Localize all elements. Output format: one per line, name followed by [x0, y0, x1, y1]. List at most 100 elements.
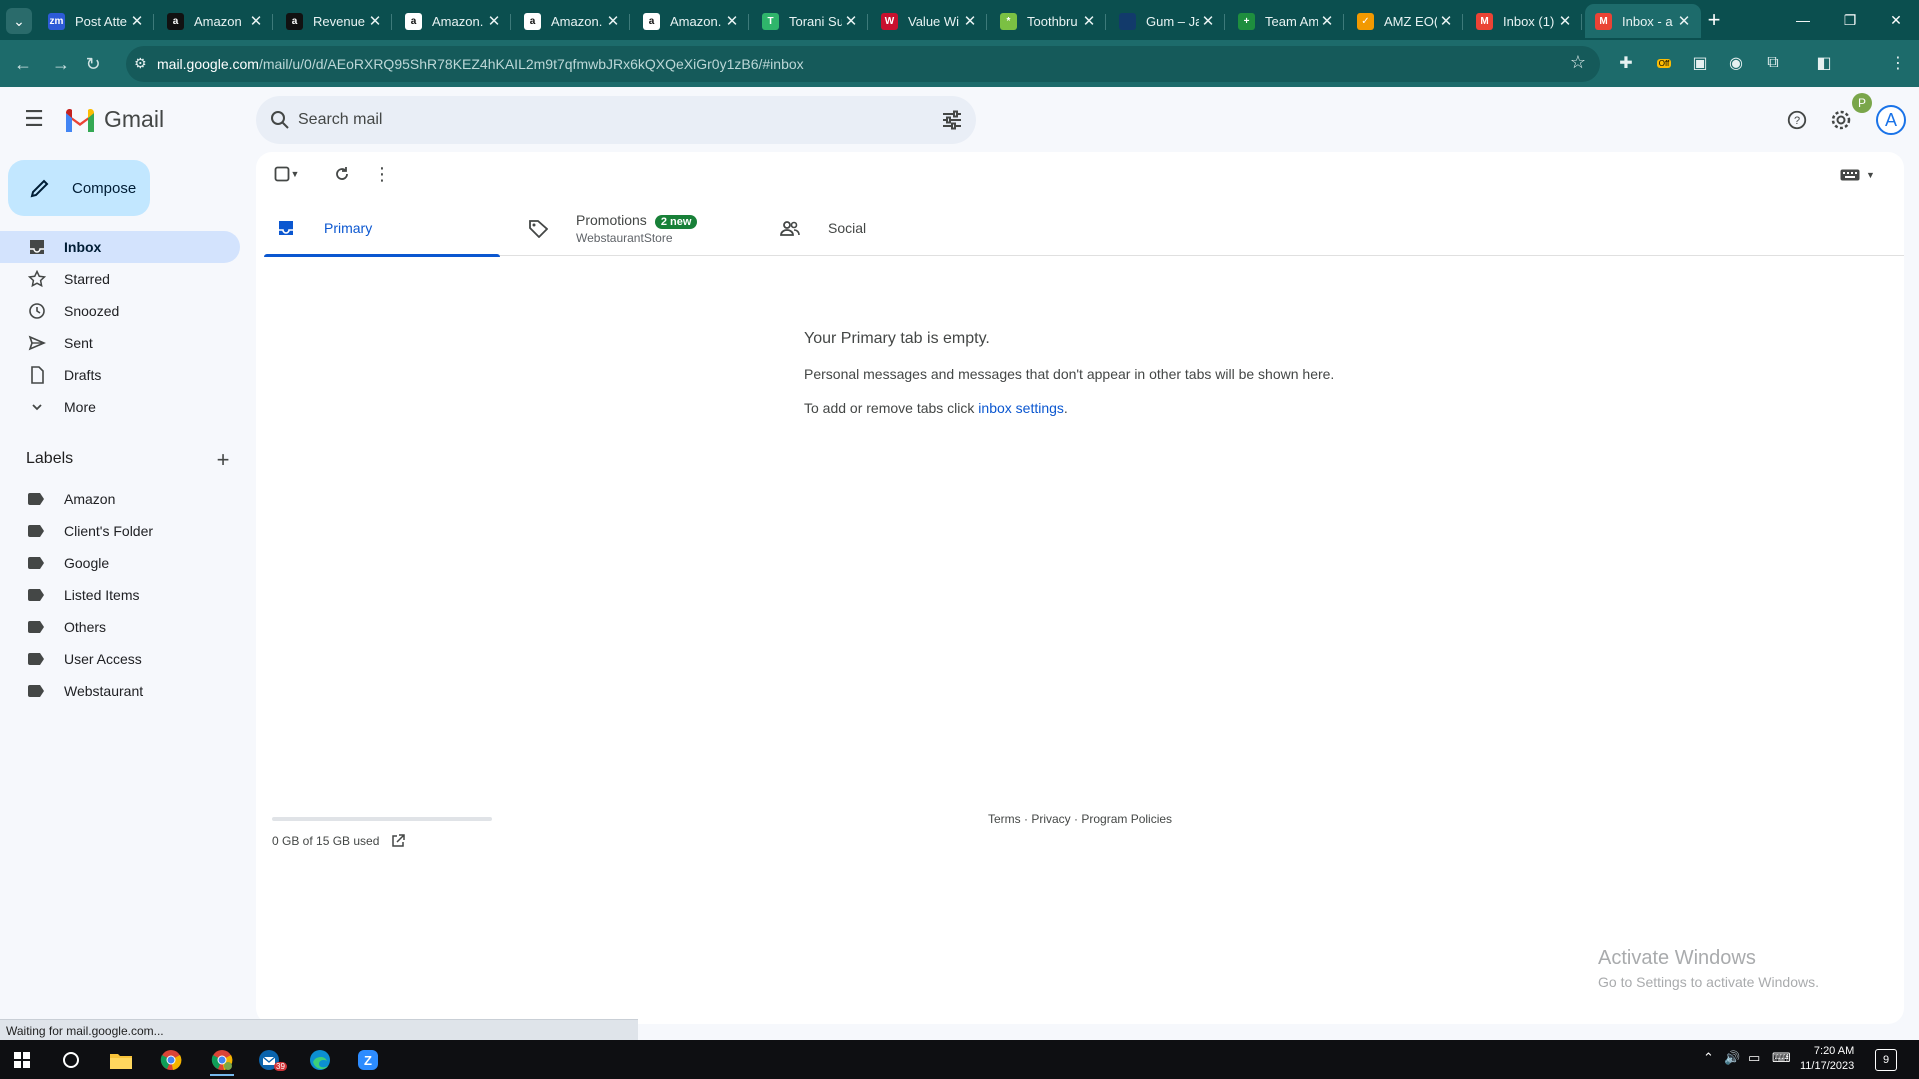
more-options-icon[interactable]: ⋮: [370, 162, 394, 186]
close-tab-icon[interactable]: ✕: [1675, 12, 1693, 30]
close-tab-icon[interactable]: ✕: [128, 12, 146, 30]
terms-link[interactable]: Terms: [988, 812, 1021, 826]
search-icon[interactable]: [268, 108, 292, 132]
browser-profile-avatar[interactable]: P: [1852, 93, 1872, 113]
bookmark-star-icon[interactable]: ☆: [1570, 52, 1586, 73]
search-options-icon[interactable]: [940, 108, 964, 132]
label-item[interactable]: Webstaurant: [0, 675, 240, 707]
program-policies-link[interactable]: Program Policies: [1081, 812, 1172, 826]
browser-tab[interactable]: * Toothbru ✕: [990, 4, 1106, 38]
label-item[interactable]: Amazon: [0, 483, 240, 515]
browser-tab[interactable]: M Inbox (1) ✕: [1466, 4, 1582, 38]
browser-tab[interactable]: a Amazon. ✕: [395, 4, 511, 38]
close-tab-icon[interactable]: ✕: [1318, 12, 1336, 30]
browser-tab[interactable]: W Value Wi ✕: [871, 4, 987, 38]
close-tab-icon[interactable]: ✕: [604, 12, 622, 30]
browser-tab[interactable]: a Amazon ✕: [157, 4, 273, 38]
taskbar-clock[interactable]: 7:20 AM 11/17/2023: [1800, 1044, 1854, 1074]
browser-menu-icon[interactable]: ⋮: [1886, 51, 1910, 75]
close-tab-icon[interactable]: ✕: [247, 12, 265, 30]
site-info-icon[interactable]: ⚙: [134, 55, 147, 72]
volume-icon[interactable]: 🔊: [1724, 1050, 1740, 1066]
label-item[interactable]: Client's Folder: [0, 515, 240, 547]
windows-start-icon[interactable]: [2, 1044, 42, 1076]
main-menu-icon[interactable]: ☰: [22, 106, 46, 131]
sidebar-item-snoozed[interactable]: Snoozed: [0, 295, 240, 327]
compose-button[interactable]: Compose: [8, 160, 150, 216]
chrome-icon[interactable]: [151, 1044, 191, 1076]
browser-tab[interactable]: a Amazon. ✕: [514, 4, 630, 38]
keyboard-layout-icon[interactable]: ⌨: [1772, 1050, 1791, 1066]
chrome-profile-icon[interactable]: [202, 1044, 242, 1076]
sidebar-item-more[interactable]: More: [0, 391, 240, 423]
back-button[interactable]: ←: [10, 51, 36, 77]
refresh-icon[interactable]: [330, 162, 354, 186]
zoom-icon[interactable]: Z: [348, 1044, 388, 1076]
url-text[interactable]: mail.google.com/mail/u/0/d/AEoRXRQ95ShR7…: [157, 56, 804, 72]
close-tab-icon[interactable]: ✕: [366, 12, 384, 30]
close-tab-icon[interactable]: ✕: [1437, 12, 1455, 30]
reload-button[interactable]: ↻: [80, 51, 106, 77]
settings-gear-icon[interactable]: [1828, 107, 1854, 133]
promotions-senders: WebstaurantStore: [576, 230, 673, 245]
file-explorer-icon[interactable]: [101, 1044, 141, 1076]
tab-social[interactable]: Social: [768, 200, 1004, 256]
edge-icon[interactable]: [300, 1044, 340, 1076]
extension-circle-icon[interactable]: ◉: [1724, 51, 1748, 75]
address-bar[interactable]: ⚙ mail.google.com/mail/u/0/d/AEoRXRQ95Sh…: [126, 46, 1600, 82]
show-hidden-icons-icon[interactable]: ⌃: [1703, 1050, 1714, 1066]
extension-off-icon[interactable]: Off: [1652, 51, 1676, 75]
sidebar-item-sent[interactable]: Sent: [0, 327, 240, 359]
sidebar-item-drafts[interactable]: Drafts: [0, 359, 240, 391]
side-panel-icon[interactable]: ◧: [1812, 51, 1836, 75]
sidebar-item-inbox[interactable]: Inbox: [0, 231, 240, 263]
input-tools-icon[interactable]: ▼: [1840, 166, 1878, 184]
network-icon[interactable]: ▭: [1748, 1050, 1760, 1066]
browser-tab[interactable]: zm Post Atte ✕: [38, 4, 154, 38]
close-tab-icon[interactable]: ✕: [1556, 12, 1574, 30]
privacy-link[interactable]: Privacy: [1031, 812, 1070, 826]
browser-tab[interactable]: Gum – Ja ✕: [1109, 4, 1225, 38]
search-input[interactable]: [298, 108, 898, 132]
browser-tab[interactable]: T Torani Su ✕: [752, 4, 868, 38]
notification-center-icon[interactable]: 9: [1875, 1049, 1897, 1071]
add-label-icon[interactable]: +: [211, 447, 235, 472]
select-dropdown-icon[interactable]: ▼: [288, 162, 302, 186]
help-icon[interactable]: ?: [1784, 107, 1810, 133]
gmail-logo[interactable]: Gmail: [64, 106, 164, 133]
account-avatar[interactable]: A: [1876, 105, 1906, 135]
label-item[interactable]: Others: [0, 611, 240, 643]
tab-primary[interactable]: Primary: [264, 200, 500, 257]
tab-search-button[interactable]: ⌄: [6, 8, 32, 34]
close-tab-icon[interactable]: ✕: [842, 12, 860, 30]
browser-tab[interactable]: a Revenue ✕: [276, 4, 392, 38]
close-tab-icon[interactable]: ✕: [1199, 12, 1217, 30]
forward-button[interactable]: →: [48, 51, 74, 77]
close-tab-icon[interactable]: ✕: [1080, 12, 1098, 30]
inbox-settings-link[interactable]: inbox settings: [978, 400, 1064, 416]
extensions-menu-icon[interactable]: ⧉: [1761, 51, 1785, 75]
extension-image-icon[interactable]: ▣: [1688, 51, 1712, 75]
label-item[interactable]: User Access: [0, 643, 240, 675]
new-tab-button[interactable]: +: [1700, 6, 1728, 34]
close-tab-icon[interactable]: ✕: [961, 12, 979, 30]
close-window-button[interactable]: ✕: [1873, 0, 1919, 40]
sidebar-item-starred[interactable]: Starred: [0, 263, 240, 295]
extension-puzzle-icon[interactable]: ✚: [1614, 51, 1638, 75]
tab-promotions[interactable]: Promotions 2 new WebstaurantStore: [516, 200, 752, 256]
browser-tab[interactable]: M Inbox - a ✕: [1585, 4, 1701, 38]
browser-tab[interactable]: ✓ AMZ EO(✕: [1347, 4, 1463, 38]
windows-search-icon[interactable]: [51, 1044, 91, 1076]
minimize-button[interactable]: —: [1780, 0, 1826, 40]
browser-tab[interactable]: + Team Am ✕: [1228, 4, 1344, 38]
input-tools-dropdown-icon[interactable]: ▼: [1866, 170, 1875, 180]
browser-tab[interactable]: a Amazon. ✕: [633, 4, 749, 38]
close-tab-icon[interactable]: ✕: [723, 12, 741, 30]
search-bar[interactable]: [256, 96, 976, 144]
close-tab-icon[interactable]: ✕: [485, 12, 503, 30]
label-item[interactable]: Google: [0, 547, 240, 579]
restore-button[interactable]: ❐: [1827, 0, 1873, 40]
label-item[interactable]: Listed Items: [0, 579, 240, 611]
open-in-new-icon[interactable]: [391, 834, 406, 848]
mail-app-icon[interactable]: 39: [250, 1044, 290, 1076]
